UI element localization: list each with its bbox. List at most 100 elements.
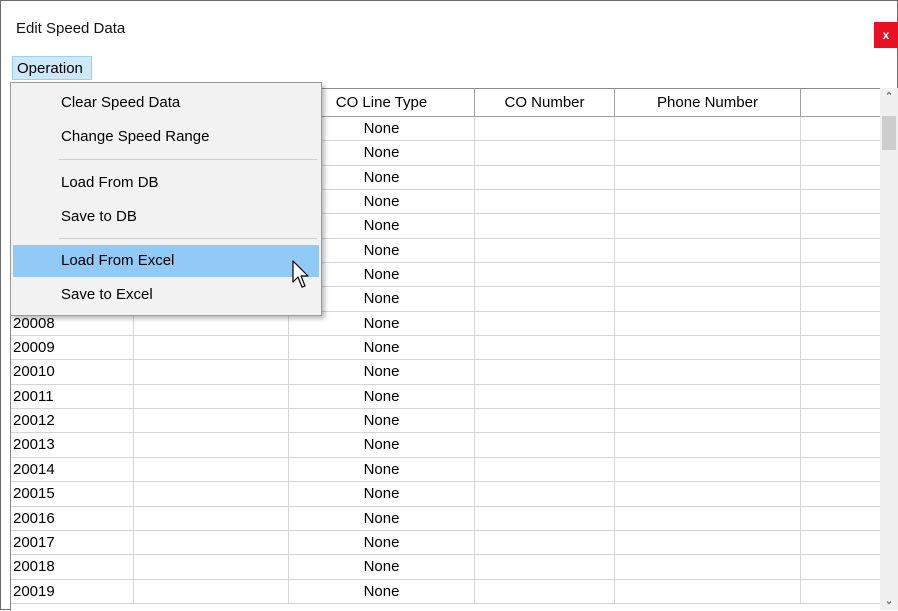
- cell-col2[interactable]: [134, 579, 289, 604]
- cell-col2[interactable]: [134, 482, 289, 507]
- menu-item-save-to-excel[interactable]: Save to Excel: [13, 279, 319, 311]
- cell-col6[interactable]: [801, 117, 881, 142]
- cell-col2[interactable]: [134, 336, 289, 361]
- cell-col6[interactable]: [801, 263, 881, 288]
- cell-col6[interactable]: [801, 531, 881, 556]
- cell-col6[interactable]: [801, 458, 881, 483]
- cell-col6[interactable]: [801, 482, 881, 507]
- cell-col2[interactable]: [134, 530, 289, 556]
- cell-col6[interactable]: [801, 580, 881, 604]
- cell-co-number[interactable]: [475, 214, 615, 239]
- cell-id[interactable]: 20014: [11, 457, 134, 483]
- table-row[interactable]: 20017 None: [11, 530, 881, 556]
- cell-co-number[interactable]: [475, 409, 615, 434]
- cell-col2[interactable]: [134, 409, 289, 434]
- cell-co-number[interactable]: [475, 579, 615, 604]
- cell-col6[interactable]: [801, 312, 881, 337]
- cell-co-number[interactable]: [475, 555, 615, 580]
- operation-menu[interactable]: Operation: [12, 56, 92, 80]
- cell-col6[interactable]: [801, 239, 881, 264]
- column-header-6[interactable]: [801, 89, 881, 116]
- table-row[interactable]: 20016 None: [11, 506, 881, 531]
- cell-col6[interactable]: [801, 555, 881, 580]
- cell-phone-number[interactable]: [615, 336, 801, 361]
- cell-phone-number[interactable]: [615, 141, 801, 166]
- table-row[interactable]: 20015 None: [11, 482, 881, 507]
- cell-co-number[interactable]: [475, 506, 615, 531]
- cell-phone-number[interactable]: [615, 506, 801, 531]
- cell-co-number[interactable]: [475, 238, 615, 264]
- cell-phone-number[interactable]: [615, 384, 801, 410]
- cell-phone-number[interactable]: [615, 457, 801, 483]
- cell-co-line-type[interactable]: None: [289, 336, 475, 361]
- cell-phone-number[interactable]: [615, 530, 801, 556]
- cell-phone-number[interactable]: [615, 579, 801, 604]
- menu-item-clear-speed-data[interactable]: Clear Speed Data: [13, 87, 319, 119]
- cell-co-number[interactable]: [475, 336, 615, 361]
- cell-id[interactable]: 20018: [11, 555, 134, 580]
- menu-item-change-speed-range[interactable]: Change Speed Range: [13, 121, 319, 153]
- cell-phone-number[interactable]: [615, 311, 801, 337]
- cell-col2[interactable]: [134, 384, 289, 410]
- vertical-scrollbar[interactable]: ⌃ ⌄: [880, 88, 898, 610]
- cell-col2[interactable]: [134, 433, 289, 458]
- cell-co-number[interactable]: [475, 360, 615, 385]
- cell-id[interactable]: 20017: [11, 530, 134, 556]
- cell-phone-number[interactable]: [615, 214, 801, 239]
- table-row[interactable]: 20011 None: [11, 384, 881, 410]
- cell-phone-number[interactable]: [615, 238, 801, 264]
- cell-co-number[interactable]: [475, 311, 615, 337]
- cell-co-line-type[interactable]: None: [289, 360, 475, 385]
- cell-co-line-type[interactable]: None: [289, 530, 475, 556]
- cell-col6[interactable]: [801, 190, 881, 215]
- cell-col2[interactable]: [134, 457, 289, 483]
- cell-id[interactable]: 20012: [11, 409, 134, 434]
- cell-col2[interactable]: [134, 506, 289, 531]
- cell-col6[interactable]: [801, 507, 881, 531]
- table-row[interactable]: 20012 None: [11, 409, 881, 434]
- menu-item-save-to-db[interactable]: Save to DB: [13, 201, 319, 233]
- cell-phone-number[interactable]: [615, 409, 801, 434]
- chevron-up-icon[interactable]: ⌃: [880, 88, 898, 106]
- cell-phone-number[interactable]: [615, 433, 801, 458]
- cell-col6[interactable]: [801, 360, 881, 385]
- cell-co-line-type[interactable]: None: [289, 384, 475, 410]
- cell-id[interactable]: 20013: [11, 433, 134, 458]
- cell-co-number[interactable]: [475, 433, 615, 458]
- table-row[interactable]: 20018 None: [11, 555, 881, 580]
- table-row[interactable]: 20009 None: [11, 336, 881, 361]
- column-header-co-number[interactable]: CO Number: [475, 89, 615, 116]
- cell-col6[interactable]: [801, 336, 881, 361]
- cell-col6[interactable]: [801, 141, 881, 166]
- cell-co-number[interactable]: [475, 457, 615, 483]
- cell-co-number[interactable]: [475, 384, 615, 410]
- cell-co-number[interactable]: [475, 141, 615, 166]
- cell-col2[interactable]: [134, 360, 289, 385]
- cell-phone-number[interactable]: [615, 555, 801, 580]
- scrollbar-thumb[interactable]: [882, 116, 896, 150]
- cell-co-number[interactable]: [475, 190, 615, 215]
- cell-co-number[interactable]: [475, 263, 615, 288]
- cell-co-line-type[interactable]: None: [289, 579, 475, 604]
- menu-item-load-from-excel[interactable]: Load From Excel: [13, 245, 319, 277]
- cell-col6[interactable]: [801, 433, 881, 458]
- cell-col6[interactable]: [801, 166, 881, 191]
- cell-col2[interactable]: [134, 555, 289, 580]
- cell-co-number[interactable]: [475, 530, 615, 556]
- cell-id[interactable]: 20009: [11, 336, 134, 361]
- cell-id[interactable]: 20019: [11, 579, 134, 604]
- cell-co-number[interactable]: [475, 165, 615, 191]
- cell-co-line-type[interactable]: None: [289, 482, 475, 507]
- close-button[interactable]: x: [874, 22, 898, 48]
- table-row[interactable]: 20013 None: [11, 433, 881, 458]
- cell-co-number[interactable]: [475, 117, 615, 142]
- cell-col6[interactable]: [801, 385, 881, 410]
- cell-col6[interactable]: [801, 214, 881, 239]
- cell-co-line-type[interactable]: None: [289, 409, 475, 434]
- table-row[interactable]: 20014 None: [11, 457, 881, 483]
- cell-co-line-type[interactable]: None: [289, 555, 475, 580]
- cell-phone-number[interactable]: [615, 482, 801, 507]
- cell-co-number[interactable]: [475, 482, 615, 507]
- cell-phone-number[interactable]: [615, 117, 801, 142]
- cell-co-line-type[interactable]: None: [289, 457, 475, 483]
